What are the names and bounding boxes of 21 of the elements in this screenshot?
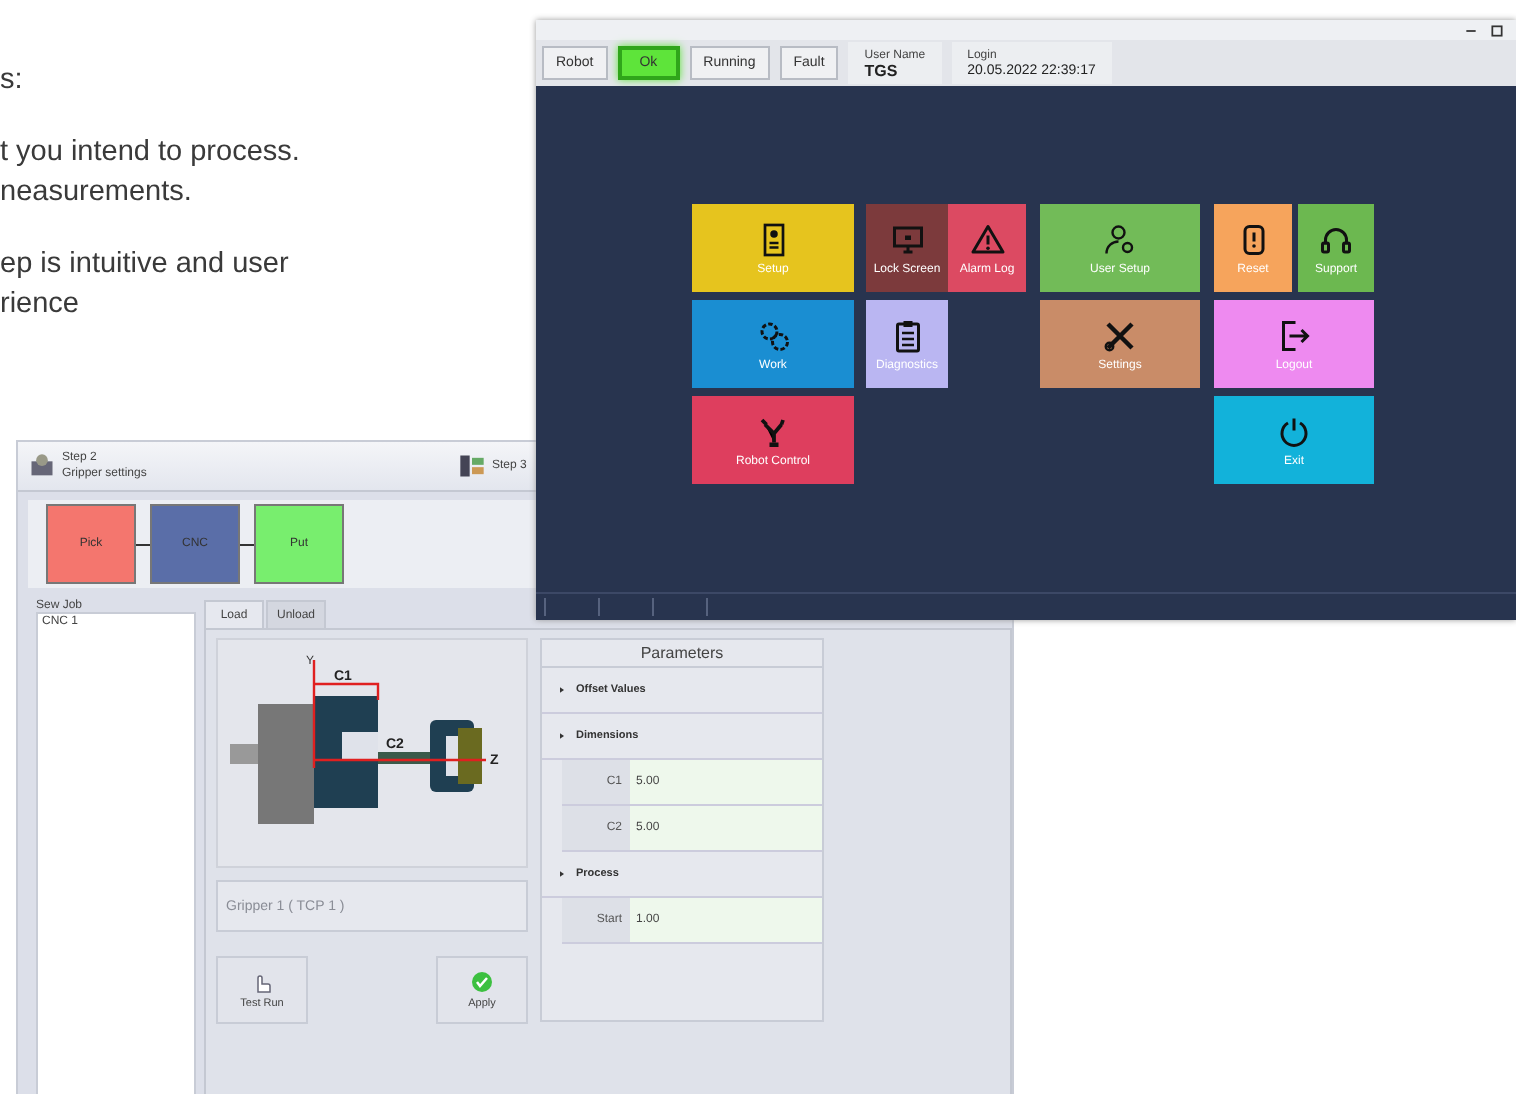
body-text: ep is intuitive and user	[0, 246, 291, 284]
checkmark-icon	[470, 970, 494, 994]
body-text: neasurements.	[0, 174, 194, 212]
gears-icon	[755, 317, 791, 353]
expand-arrow-icon	[558, 870, 566, 878]
machine-icon	[458, 452, 486, 480]
monitor-icon	[889, 221, 925, 257]
warning-icon	[969, 221, 1005, 257]
user-value: TGS	[864, 63, 900, 79]
logout-icon	[1276, 317, 1312, 353]
body-text: t you intend to process.	[0, 134, 300, 172]
expand-arrow-icon	[558, 732, 566, 740]
workpiece-drawing	[378, 720, 482, 792]
panel-title: Parameters	[542, 640, 822, 668]
expand-arrow-icon	[558, 686, 566, 694]
body-text: rience	[0, 286, 81, 324]
body-text: s:	[0, 62, 25, 100]
power-icon	[1276, 413, 1312, 449]
gripper-icon	[28, 452, 56, 480]
user-gear-icon	[1102, 221, 1138, 257]
maximize-icon	[1490, 23, 1504, 37]
